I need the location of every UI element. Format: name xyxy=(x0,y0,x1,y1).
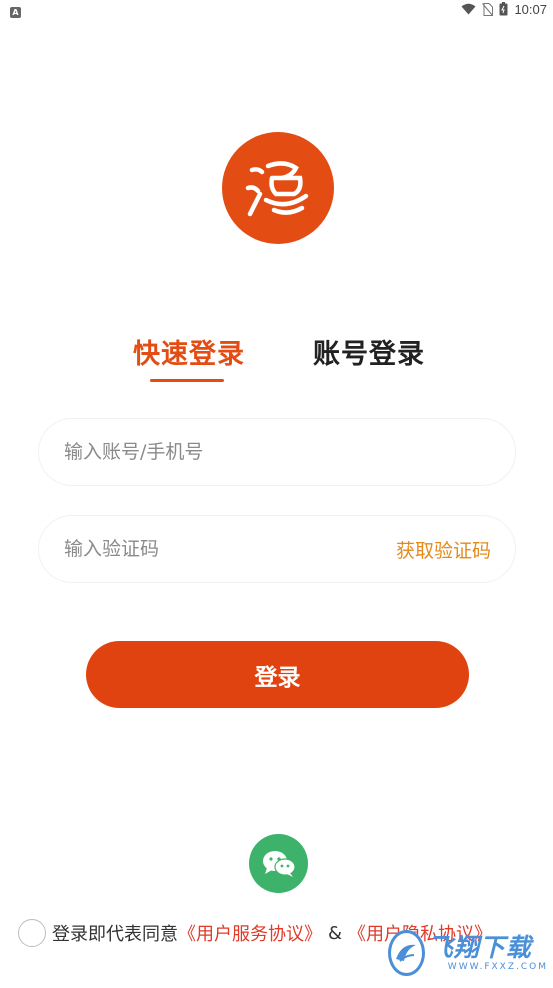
wechat-icon xyxy=(262,850,296,877)
agreement-prefix: 登录即代表同意 xyxy=(52,924,178,945)
agreement-checkbox[interactable] xyxy=(18,919,46,947)
battery-icon xyxy=(499,2,508,16)
notification-badge: A xyxy=(10,6,21,18)
get-code-button[interactable]: 获取验证码 xyxy=(396,536,491,563)
status-right: 10:07 xyxy=(461,2,547,17)
agreement-ampersand: & xyxy=(328,922,343,944)
login-button[interactable]: 登录 xyxy=(86,641,469,708)
site-watermark: 飞翔下载 WWW.FXXZ.COM xyxy=(388,928,548,978)
no-sim-icon xyxy=(482,2,494,16)
watermark-sub: WWW.FXXZ.COM xyxy=(447,962,548,972)
watermark-text: 飞翔下载 WWW.FXXZ.COM xyxy=(427,933,548,973)
login-tabs: 快速登录 账号登录 xyxy=(0,332,553,392)
service-agreement-link[interactable]: 《用户服务协议》 xyxy=(178,920,322,946)
wechat-login-button[interactable] xyxy=(249,834,308,893)
account-field xyxy=(38,418,516,486)
tab-quick-login[interactable]: 快速登录 xyxy=(133,332,245,371)
tab-account-login[interactable]: 账号登录 xyxy=(313,332,425,371)
verification-code-input[interactable] xyxy=(64,538,396,560)
status-left: A xyxy=(10,0,21,19)
watermark-main: 飞翔下载 xyxy=(427,933,532,962)
app-logo xyxy=(222,132,334,244)
status-bar: A 10:07 xyxy=(0,0,553,18)
wine-bowl-logo-icon xyxy=(245,161,309,217)
active-tab-indicator xyxy=(150,379,224,382)
watermark-logo-icon xyxy=(388,930,425,976)
wifi-icon xyxy=(461,3,476,15)
status-time: 10:07 xyxy=(514,1,547,17)
account-input[interactable] xyxy=(64,441,491,463)
verification-code-field: 获取验证码 xyxy=(38,515,516,583)
